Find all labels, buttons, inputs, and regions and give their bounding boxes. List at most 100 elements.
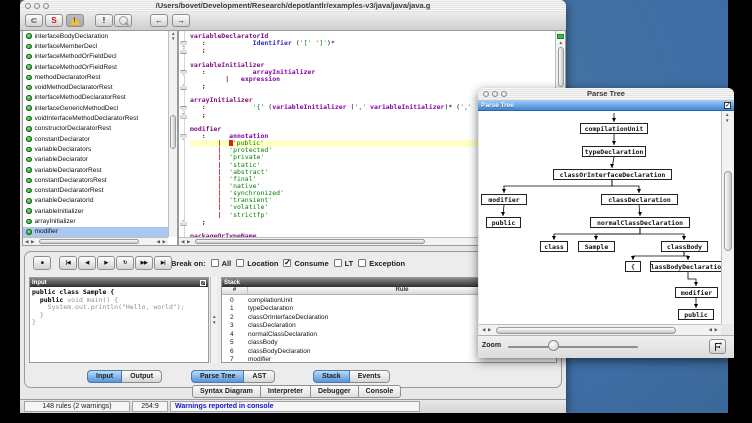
warning-icon[interactable]: ! bbox=[66, 14, 84, 27]
parse-tree-vertical-scrollbar[interactable]: ▲ ▼ bbox=[721, 111, 733, 324]
rule-item-constantDeclaratorsRest[interactable]: constantDeclaratorsRest bbox=[23, 175, 169, 185]
rule-end-marker[interactable] bbox=[180, 48, 187, 54]
tree-node-public[interactable]: public bbox=[486, 217, 521, 228]
rule-item-variableDeclaratorRest[interactable]: variableDeclaratorRest bbox=[23, 165, 169, 175]
view-tab-group: Parse TreeAST bbox=[191, 370, 275, 384]
step-backward-button[interactable]: ◀ bbox=[78, 256, 96, 270]
rule-item-variableDeclarator[interactable]: variableDeclarator bbox=[23, 155, 169, 165]
fast-forward-button[interactable]: ▶▶ bbox=[135, 256, 153, 270]
tree-node-normalClassDeclaration[interactable]: normalClassDeclaration bbox=[590, 217, 690, 228]
rule-item-voidInterfaceMethodDeclaratorRest[interactable]: voidInterfaceMethodDeclaratorRest bbox=[23, 113, 169, 123]
tab-debugger[interactable]: Debugger bbox=[311, 385, 359, 398]
rule-item-voidMethodDeclaratorRest[interactable]: voidMethodDeclaratorRest bbox=[23, 82, 169, 92]
input-panel-header: Input bbox=[30, 278, 208, 287]
tab-output[interactable]: Output bbox=[122, 370, 162, 383]
rule-item-methodDeclaratorRest[interactable]: methodDeclaratorRest bbox=[23, 72, 169, 82]
rule-start-marker[interactable] bbox=[180, 70, 187, 76]
syntax-diagram-icon[interactable]: S bbox=[45, 14, 63, 27]
tree-node-classBodyDeclaration[interactable]: classBodyDeclaration bbox=[650, 261, 721, 272]
detach-icon[interactable] bbox=[200, 280, 206, 286]
tree-layout-button[interactable] bbox=[709, 339, 726, 354]
break-option-exception: Exception bbox=[358, 259, 405, 268]
rule-item-interfaceMethodOrFieldRest[interactable]: interfaceMethodOrFieldRest bbox=[23, 62, 169, 72]
rule-item-constantDeclarator[interactable]: constantDeclarator bbox=[23, 134, 169, 144]
find-icon[interactable] bbox=[114, 14, 132, 27]
forward-icon[interactable]: → bbox=[172, 14, 190, 27]
rule-item-variableDeclaratorId[interactable]: variableDeclaratorId bbox=[23, 196, 169, 206]
tree-node-Sample[interactable]: Sample bbox=[578, 241, 615, 252]
tree-node-classDeclaration[interactable]: classDeclaration bbox=[601, 194, 678, 205]
rule-start-marker[interactable] bbox=[180, 134, 187, 140]
input-code[interactable]: public class Sample { public void main()… bbox=[32, 289, 206, 361]
tree-node-modifier[interactable]: modifier bbox=[675, 287, 718, 298]
rule-item-constructorDeclaratorRest[interactable]: constructorDeclaratorRest bbox=[23, 124, 169, 134]
rule-item-interfaceMethodDeclaratorRest[interactable]: interfaceMethodDeclaratorRest bbox=[23, 93, 169, 103]
zoom-label: Zoom bbox=[482, 342, 501, 349]
break-option-location: Location bbox=[236, 259, 278, 268]
step-over-button[interactable]: ↻ bbox=[116, 256, 134, 270]
detach-checkbox-icon[interactable]: ✓ bbox=[724, 102, 731, 109]
tab-syntax-diagram[interactable]: Syntax Diagram bbox=[192, 385, 261, 398]
rule-item-interfaceBodyDeclaration[interactable]: interfaceBodyDeclaration bbox=[23, 31, 169, 41]
status-message[interactable]: Warnings reported in console bbox=[170, 401, 420, 412]
tree-node-brace[interactable]: { bbox=[625, 261, 641, 272]
tab-input[interactable]: Input bbox=[87, 370, 122, 383]
sidebar-vertical-scrollbar[interactable]: ▲ ▼ bbox=[168, 31, 177, 237]
checkbox-consume[interactable]: ✓ bbox=[283, 259, 291, 267]
tree-node-compilationUnit[interactable]: compilationUnit bbox=[580, 123, 648, 134]
rule-item-variableDeclarators[interactable]: variableDeclarators bbox=[23, 144, 169, 154]
tree-node-typeDeclaration[interactable]: typeDeclaration bbox=[582, 146, 646, 157]
parse-tree-canvas[interactable]: compilationUnit typeDeclaration classOrInt… bbox=[479, 111, 721, 324]
step-forward-button[interactable]: ▶ bbox=[97, 256, 115, 270]
input-scrollbar[interactable]: ▲ ▼ bbox=[210, 277, 217, 363]
tree-node-public[interactable]: public bbox=[678, 309, 714, 320]
tab-stack[interactable]: Stack bbox=[313, 370, 350, 383]
tab-console[interactable]: Console bbox=[359, 385, 402, 398]
go-to-start-button[interactable]: |◀ bbox=[59, 256, 77, 270]
back-icon[interactable]: ← bbox=[150, 14, 168, 27]
stack-col-number[interactable]: # bbox=[222, 287, 248, 294]
rule-end-marker[interactable] bbox=[180, 220, 187, 226]
tree-node-classOrInterfaceDeclaration[interactable]: classOrInterfaceDeclaration bbox=[553, 169, 672, 180]
zoom-slider-track[interactable] bbox=[508, 346, 638, 348]
tree-node-class[interactable]: class bbox=[540, 241, 568, 252]
rule-item-interfaceMethodOrFieldDecl[interactable]: interfaceMethodOrFieldDecl bbox=[23, 52, 169, 62]
grammar-icon[interactable]: ⊂ bbox=[25, 14, 43, 27]
checkbox-location[interactable] bbox=[236, 259, 244, 267]
rule-start-marker[interactable] bbox=[180, 41, 187, 47]
stop-button[interactable]: ■ bbox=[33, 256, 51, 270]
rule-item-constantDeclaratorRest[interactable]: constantDeclaratorRest bbox=[23, 185, 169, 195]
checkbox-lt[interactable] bbox=[334, 259, 342, 267]
editor-rule-markers bbox=[179, 33, 189, 237]
rule-start-marker[interactable] bbox=[180, 106, 187, 112]
rule-end-marker[interactable] bbox=[180, 113, 187, 119]
status-bar: 148 rules (2 warnings) 254:9 Warnings re… bbox=[20, 399, 566, 413]
tree-node-classBody[interactable]: classBody bbox=[661, 241, 708, 252]
rule-item-variableInitializer[interactable]: variableInitializer bbox=[23, 206, 169, 216]
tree-icon bbox=[713, 342, 723, 352]
tab-interpreter[interactable]: Interpreter bbox=[261, 385, 311, 398]
rule-icon bbox=[26, 105, 32, 111]
rule-item-interfaceGenericMethodDecl[interactable]: interfaceGenericMethodDecl bbox=[23, 103, 169, 113]
rule-icon bbox=[26, 178, 32, 184]
rule-item-arrayInitializer[interactable]: arrayInitializer bbox=[23, 216, 169, 226]
go-to-end-button[interactable]: ▶| bbox=[154, 256, 172, 270]
checkbox-exception[interactable] bbox=[358, 259, 366, 267]
rule-item-interfaceMemberDecl[interactable]: interfaceMemberDecl bbox=[23, 41, 169, 51]
parse-tree-horizontal-scrollbar[interactable]: ◀ ▶ ◀ ▶ bbox=[479, 324, 721, 335]
tab-parse-tree[interactable]: Parse Tree bbox=[191, 370, 244, 383]
rule-icon bbox=[26, 208, 32, 214]
rule-item-modifier[interactable]: modifier bbox=[23, 227, 169, 237]
rule-end-marker[interactable] bbox=[180, 84, 187, 90]
check-grammar-icon[interactable]: ! bbox=[95, 14, 113, 27]
tab-events[interactable]: Events bbox=[350, 370, 390, 383]
parse-tree-panel-header: Parse Tree ✓ bbox=[478, 100, 734, 111]
parse-tree-window-title: Parse Tree bbox=[478, 89, 734, 98]
break-option-all: All bbox=[211, 259, 232, 268]
tree-node-modifier[interactable]: modifier bbox=[481, 194, 527, 205]
code-line: : Identifier ('[' ']')* bbox=[190, 40, 555, 47]
sidebar-horizontal-scrollbar[interactable]: ◀ ▶ ◀ ▶ bbox=[23, 237, 168, 245]
checkbox-all[interactable] bbox=[211, 259, 219, 267]
zoom-slider-thumb[interactable] bbox=[548, 340, 559, 351]
tab-ast[interactable]: AST bbox=[244, 370, 275, 383]
